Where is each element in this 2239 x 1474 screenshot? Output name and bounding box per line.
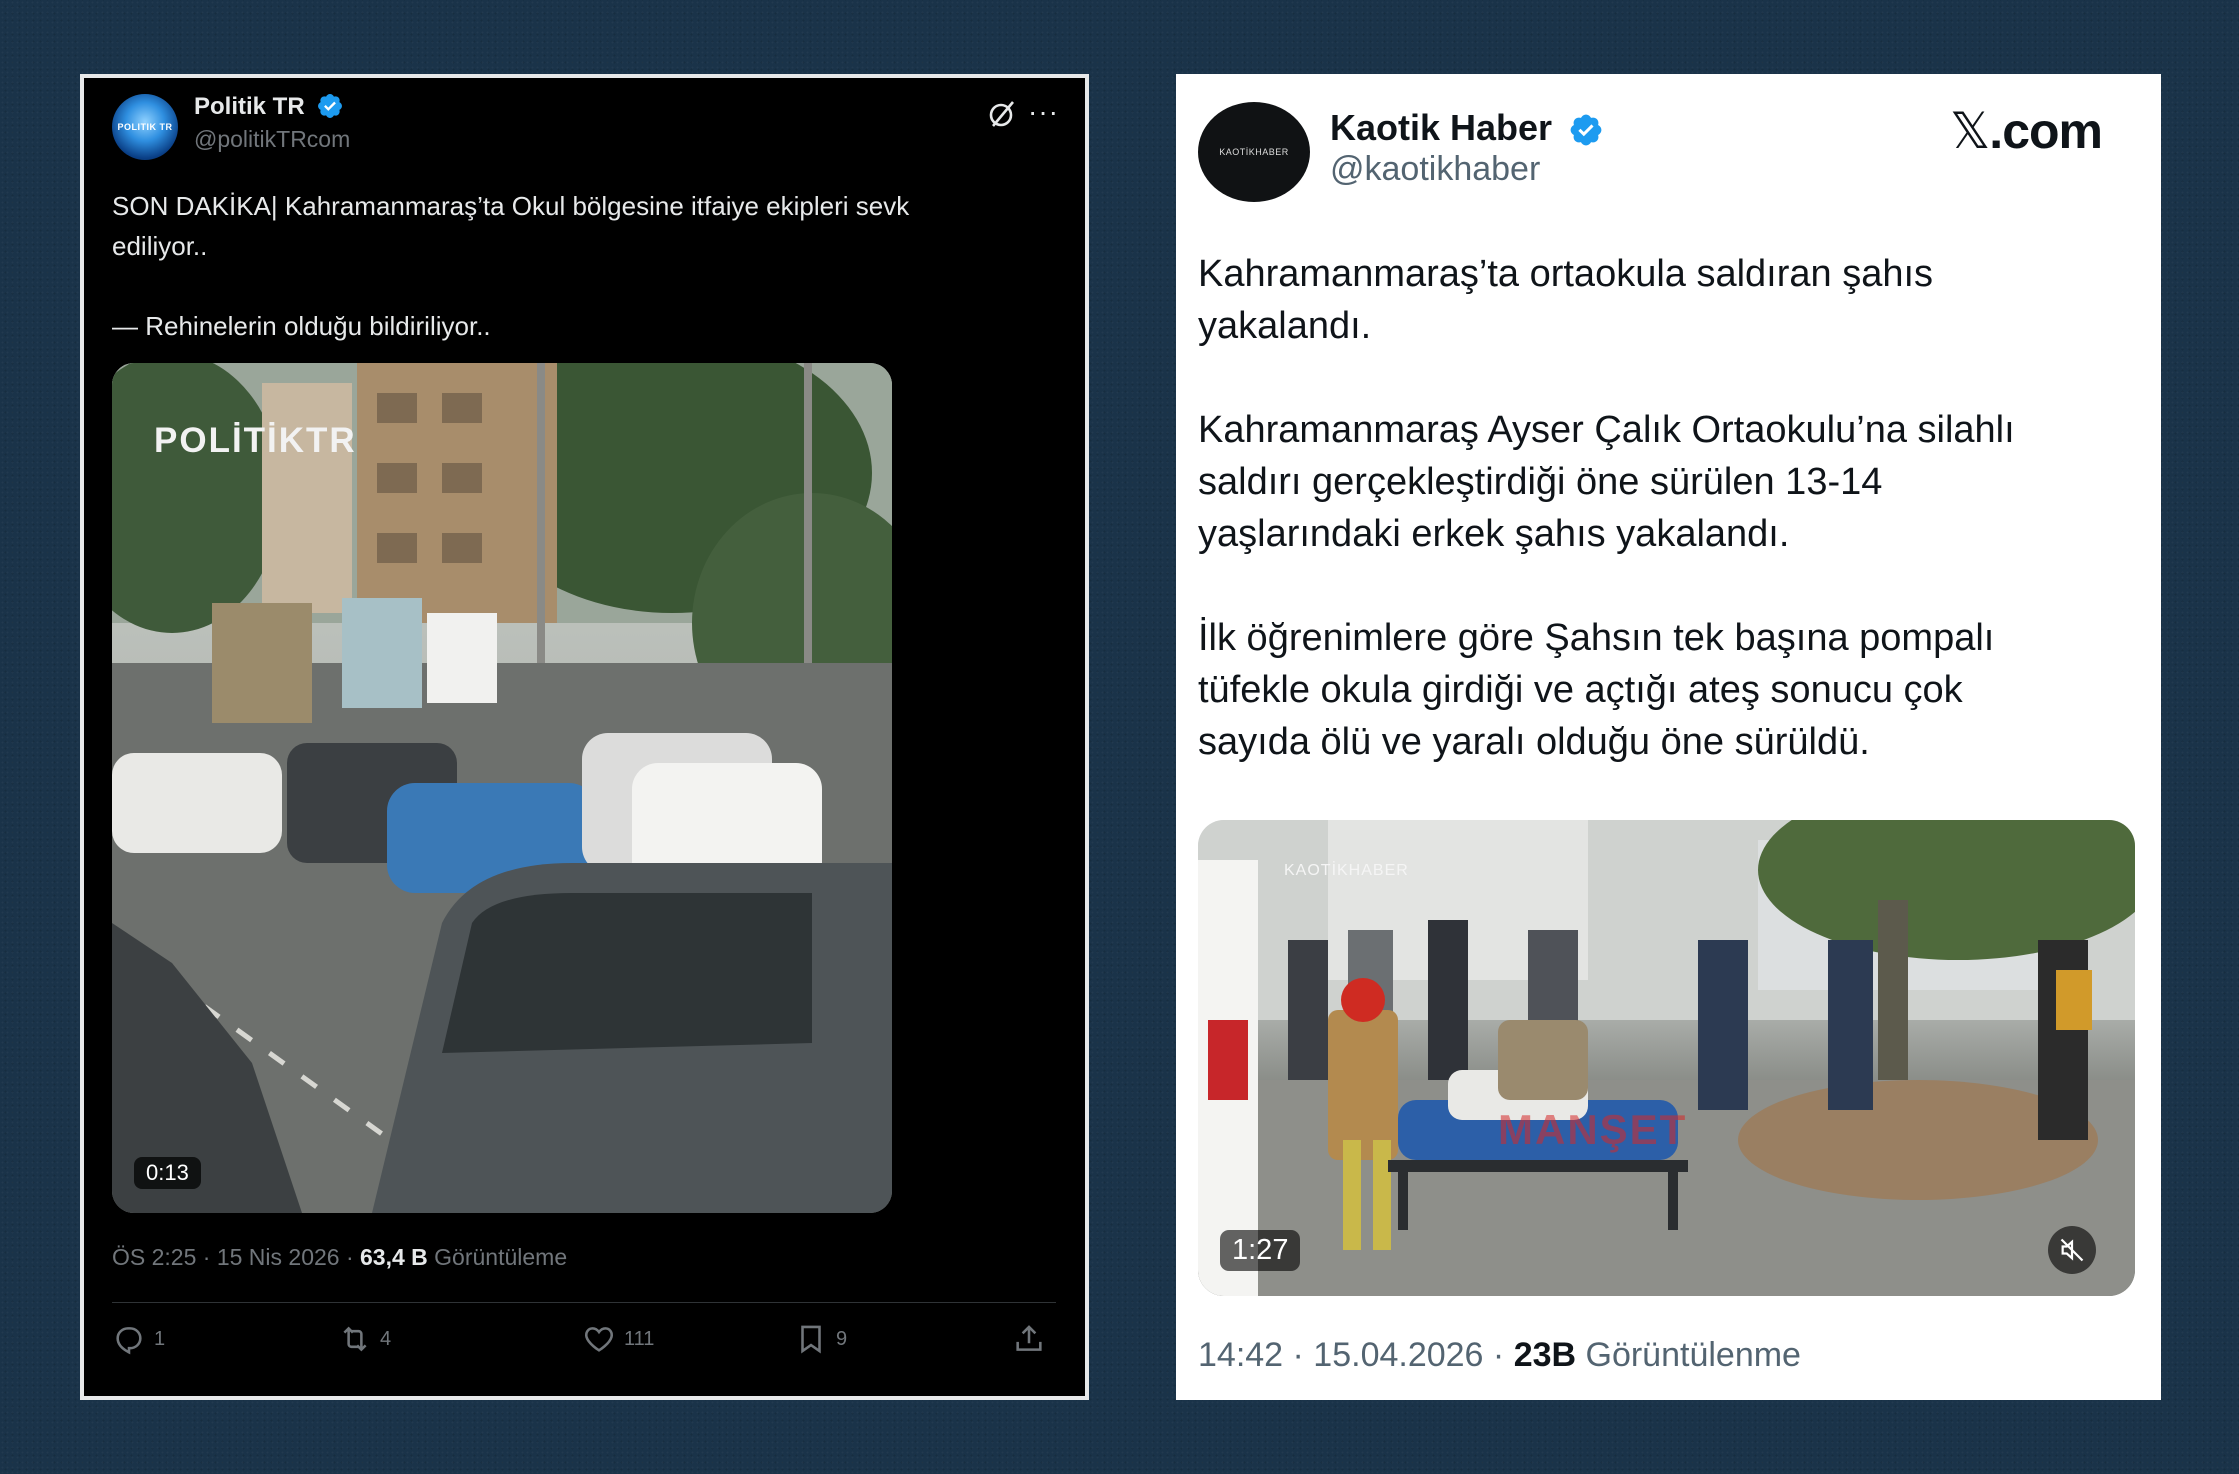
post-text-line: Kahramanmaraş Ayser Çalık Ortaokulu’na s… bbox=[1198, 409, 2015, 451]
bookmark-count: 9 bbox=[836, 1327, 848, 1350]
verified-badge-icon bbox=[1570, 114, 1602, 146]
avatar-logo-text: POLITIK TR bbox=[117, 122, 173, 132]
muted-speaker-icon bbox=[2060, 1238, 2084, 1262]
avatar[interactable]: KAOTİKHABER bbox=[1198, 102, 1310, 202]
post-text-line: İlk öğrenimlere göre Şahsın tek başına p… bbox=[1198, 617, 1995, 659]
repost-icon bbox=[343, 1326, 367, 1352]
author-name[interactable]: Kaotik Haber bbox=[1330, 107, 1552, 149]
repost-button[interactable]: 4 bbox=[338, 1322, 391, 1356]
reply-count: 1 bbox=[154, 1327, 166, 1350]
politiktr-post-card[interactable]: POLITIK TR Politik TR @politikTRcom ··· … bbox=[80, 74, 1089, 1400]
views-label: Görüntülenme bbox=[1576, 1336, 1801, 1374]
action-bar: 1 4 111 9 bbox=[112, 1322, 1056, 1372]
post-text: Kahramanmaraş’ta ortaokula saldıran şahı… bbox=[1198, 248, 2128, 768]
author-name[interactable]: Politik TR bbox=[194, 93, 305, 121]
author-handle[interactable]: @kaotikhaber bbox=[1330, 150, 1540, 189]
x-com-suffix: .com bbox=[1989, 103, 2103, 159]
bookmark-icon bbox=[801, 1325, 821, 1354]
video-watermark: POLİTİKTR bbox=[154, 421, 357, 460]
post-timestamp[interactable]: ÖS 2:25 · 15 Nis 2026 · bbox=[112, 1244, 360, 1270]
video-frame-street-scene bbox=[112, 363, 892, 1213]
post-text: SON DAKİKA| Kahramanmaraş’ta Okul bölges… bbox=[112, 186, 1052, 346]
like-count: 111 bbox=[624, 1327, 655, 1350]
post-meta: 14:42 · 15.04.2026 · 23B Görüntülenme bbox=[1198, 1336, 1801, 1375]
more-options-icon[interactable]: ··· bbox=[1028, 96, 1059, 128]
post-timestamp[interactable]: 14:42 · 15.04.2026 · bbox=[1198, 1336, 1514, 1374]
views-count: 23B bbox=[1513, 1336, 1577, 1374]
reply-button[interactable]: 1 bbox=[112, 1322, 165, 1356]
post-text-line: tüfekle okula girdiği ve açtığı ateş son… bbox=[1198, 669, 1963, 711]
views-label: Görüntüleme bbox=[427, 1244, 568, 1270]
divider bbox=[112, 1302, 1056, 1303]
mute-button[interactable] bbox=[2048, 1226, 2096, 1274]
post-text-line: yaşlarındaki erkek şahıs yakalandı. bbox=[1198, 513, 1790, 555]
video-player[interactable]: POLİTİKTR 0:13 bbox=[112, 363, 892, 1213]
video-watermark: KAOTİKHABER bbox=[1284, 862, 1409, 879]
bookmark-button[interactable]: 9 bbox=[794, 1322, 847, 1356]
post-meta: ÖS 2:25 · 15 Nis 2026 · 63,4 B Görüntüle… bbox=[112, 1244, 567, 1271]
post-text-line: sayıda ölü ve yaralı olduğu öne sürüldü. bbox=[1198, 721, 1870, 763]
reply-icon bbox=[116, 1327, 142, 1355]
video-overlay-watermark: MANŞET bbox=[1498, 1106, 1688, 1153]
video-duration-badge: 0:13 bbox=[134, 1157, 201, 1189]
post-text-line: Kahramanmaraş’ta ortaokula saldıran şahı… bbox=[1198, 253, 1934, 295]
post-text-line: yakalandı. bbox=[1198, 305, 1372, 347]
share-button[interactable] bbox=[1012, 1322, 1046, 1356]
post-text-line: ediliyor.. bbox=[112, 231, 208, 261]
x-com-logo: 𝕏.com bbox=[1950, 102, 2103, 160]
video-frame-rescue-scene bbox=[1198, 820, 2135, 1296]
avatar-logo-text: KAOTİKHABER bbox=[1219, 147, 1289, 157]
repost-count: 4 bbox=[380, 1327, 392, 1350]
post-text-line: — Rehinelerin olduğu bildiriliyor.. bbox=[112, 311, 491, 341]
verified-badge-icon bbox=[318, 94, 342, 118]
avatar[interactable]: POLITIK TR bbox=[112, 94, 178, 160]
author-handle[interactable]: @politikTRcom bbox=[194, 126, 350, 153]
kaotikhaber-post-card[interactable]: KAOTİKHABER Kaotik Haber @kaotikhaber 𝕏.… bbox=[1176, 74, 2161, 1400]
heart-icon bbox=[585, 1327, 613, 1352]
views-count: 63,4 B bbox=[360, 1244, 428, 1270]
post-text-line: saldırı gerçekleştirdiği öne sürülen 13-… bbox=[1198, 461, 1883, 503]
video-duration-badge: 1:27 bbox=[1220, 1230, 1301, 1271]
video-player[interactable]: KAOTİKHABER MANŞET 1:27 bbox=[1198, 820, 2135, 1296]
x-logo-icon: 𝕏 bbox=[1950, 102, 1990, 160]
like-button[interactable]: 111 bbox=[582, 1322, 654, 1356]
share-icon bbox=[1016, 1325, 1042, 1351]
post-text-line: SON DAKİKA| Kahramanmaraş’ta Okul bölges… bbox=[112, 191, 910, 221]
grok-icon[interactable] bbox=[986, 98, 1018, 130]
